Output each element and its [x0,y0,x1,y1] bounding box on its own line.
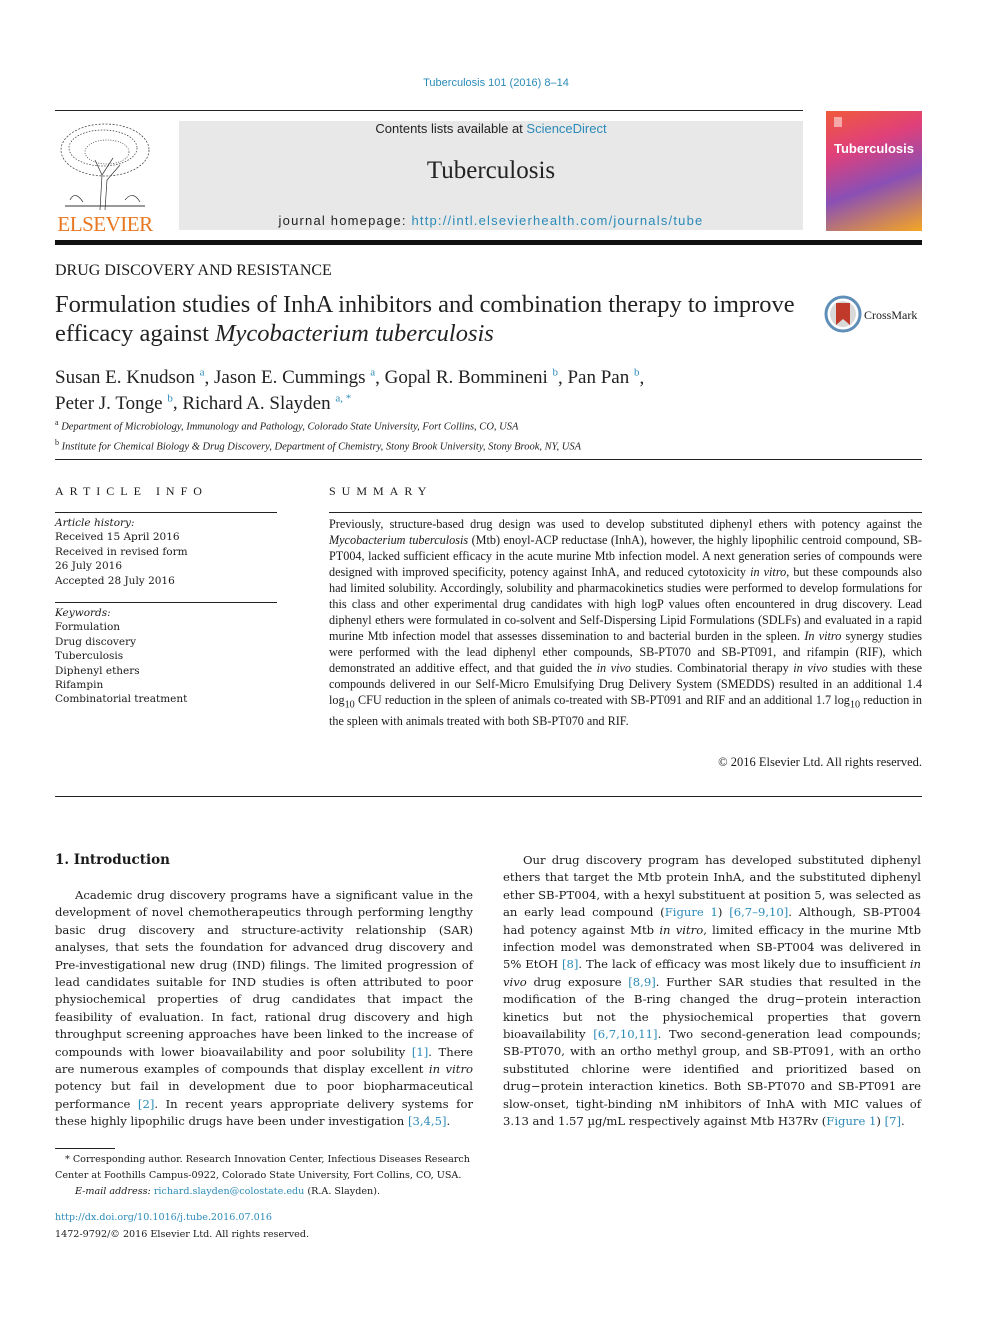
summary-text: Previously, structure-based drug design … [329,517,923,729]
history-item: Received 15 April 2016 [55,531,180,544]
crossmark-label: CrossMark [864,308,918,322]
email-label: E-mail address: [75,1186,154,1197]
title-italic: Mycobacterium tuberculosis [215,320,494,347]
reference-link[interactable]: [8,9] [628,975,655,989]
journal-name: Tuberculosis [426,157,556,184]
article-history: Article history: Received 15 April 2016 … [55,516,277,588]
elsevier-logo[interactable]: ELSEVIER [55,212,155,237]
article-section-label: DRUG DISCOVERY AND RESISTANCE [55,262,332,279]
journal-reference-link[interactable]: Tuberculosis 101 (2016) 8–14 [0,77,992,89]
corresponding-author-footnote: * Corresponding author. Research Innovat… [55,1152,473,1200]
reference-link[interactable]: [6,7–9,10] [729,905,788,919]
paragraph: Our drug discovery program has developed… [503,853,922,1129]
figure-link[interactable]: Figure 1 [826,1114,876,1128]
keyword: Drug discovery [55,635,137,648]
doi-link[interactable]: http://dx.doi.org/10.1016/j.tube.2016.07… [55,1209,473,1226]
author[interactable]: Jason E. Cummings a [214,367,375,388]
doi-block: http://dx.doi.org/10.1016/j.tube.2016.07… [55,1209,473,1243]
figure-link[interactable]: Figure 1 [665,905,718,919]
history-item: Received in revised form [55,545,188,558]
introduction-heading: 1. Introduction [55,852,170,868]
author[interactable]: Peter J. Tonge b [55,392,173,413]
article-history-label: Article history: [55,517,135,529]
issn-copyright: 1472-9792/© 2016 Elsevier Ltd. All right… [55,1229,310,1240]
divider [55,796,922,797]
keywords-label: Keywords: [55,607,111,619]
divider [55,459,922,460]
reference-link[interactable]: [2] [138,1097,154,1111]
header-top-rule [55,110,803,111]
author-affiliation-mark[interactable]: a, * [335,392,351,404]
footnote-rule [55,1148,115,1149]
keyword: Diphenyl ethers [55,664,140,677]
keyword: Tuberculosis [55,650,124,663]
keyword: Combinatorial treatment [55,693,188,706]
affiliation-a: a Department of Microbiology, Immunology… [55,418,519,433]
summary-heading: SUMMARY [329,484,433,498]
article-title: Formulation studies of InhA inhibitors a… [55,290,795,348]
journal-homepage: journal homepage: http://intl.elsevierhe… [179,213,803,228]
elsevier-tree-logo-icon [55,120,155,212]
contents-available: Contents lists available at ScienceDirec… [179,121,803,136]
cover-elsevier-icon [834,117,842,127]
homepage-label: journal homepage: [278,213,412,228]
cover-title: Tuberculosis [834,141,914,156]
homepage-link[interactable]: http://intl.elsevierhealth.com/journals/… [411,213,703,228]
author[interactable]: Pan Pan b [567,367,639,388]
body-column-left: Academic drug discovery programs have a … [55,887,473,1131]
reference-link[interactable]: [1] [412,1045,428,1059]
body-column-right: Our drug discovery program has developed… [503,852,921,1131]
keyword: Formulation [55,621,121,634]
crossmark-icon [824,295,862,333]
divider [55,512,277,513]
affiliations: a Department of Microbiology, Immunology… [55,415,815,454]
keyword: Rifampin [55,679,104,692]
reference-link[interactable]: [3,4,5] [408,1114,447,1128]
divider [55,602,277,603]
reference-link[interactable]: [8] [562,957,578,971]
copyright-notice: © 2016 Elsevier Ltd. All rights reserved… [718,755,922,769]
contents-prefix: Contents lists available at [375,121,527,136]
author[interactable]: Richard A. Slayden a, * [182,392,351,413]
keywords: Keywords: Formulation Drug discovery Tub… [55,606,277,707]
divider [329,512,922,513]
email-link[interactable]: richard.slayden@colostate.edu [154,1186,305,1197]
author-list: Susan E. Knudson a, Jason E. Cummings a,… [55,367,645,414]
paragraph: Academic drug discovery programs have a … [55,888,473,1129]
article-info-heading: ARTICLE INFO [55,484,208,498]
affiliation-b: b Institute for Chemical Biology & Drug … [55,437,582,453]
corresponding-author: * Corresponding author. Research Innovat… [55,1154,470,1181]
author[interactable]: Susan E. Knudson a [55,367,205,388]
email-line: E-mail address: richard.slayden@colostat… [75,1186,380,1197]
crossmark-button[interactable]: CrossMark [824,295,924,335]
reference-link[interactable]: [6,7,10,11] [593,1027,657,1041]
header-thick-rule [55,240,922,245]
journal-cover-image[interactable]: Tuberculosis [826,111,922,231]
reference-link[interactable]: [7] [885,1114,901,1128]
sciencedirect-link[interactable]: ScienceDirect [526,121,606,136]
history-item: Accepted 28 July 2016 [55,574,175,587]
history-item: 26 July 2016 [55,560,123,573]
author[interactable]: Gopal R. Bommineni b [385,367,558,388]
